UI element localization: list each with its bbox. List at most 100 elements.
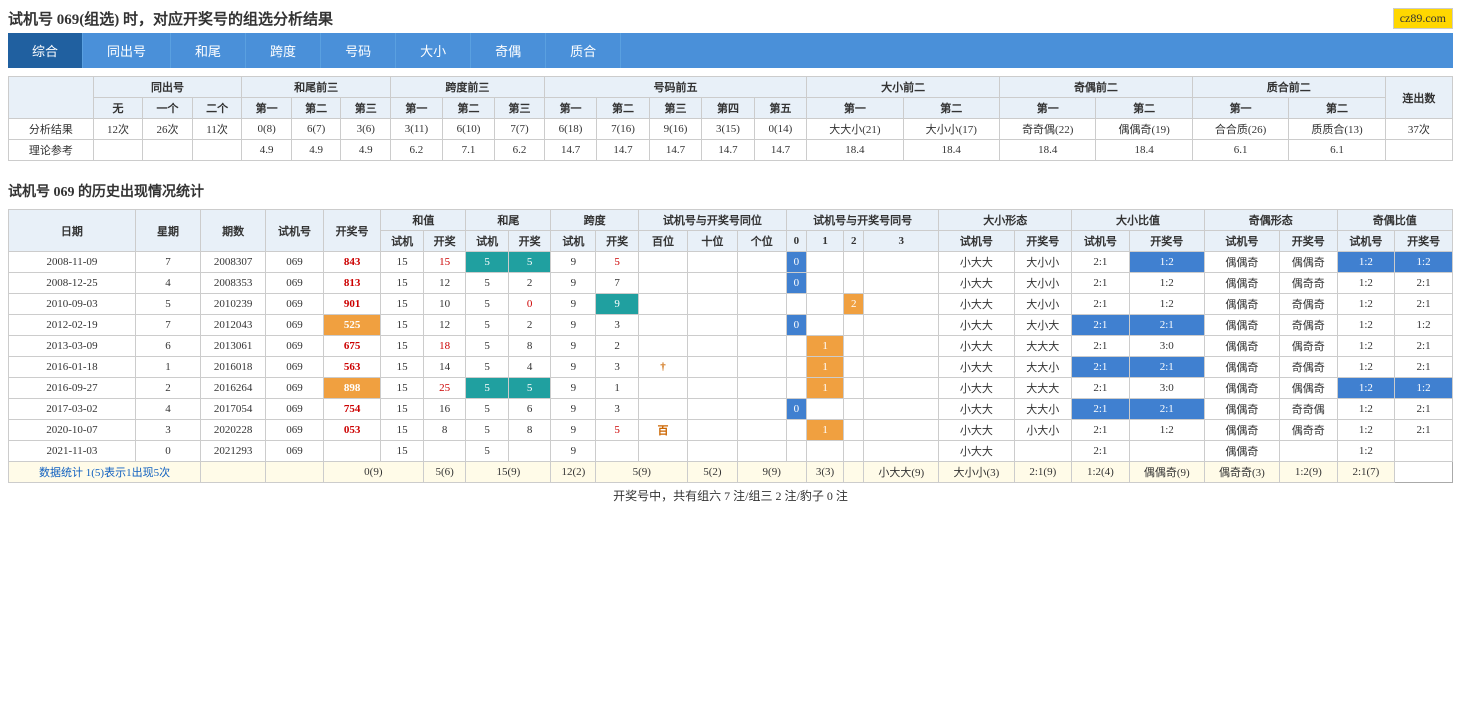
theory-row: 理论参考 4.9 4.9 4.9 6.2 7.1 6.2 14.7 14.7 1… xyxy=(9,140,1453,161)
stats-kd1: 15(9) xyxy=(466,462,551,483)
r8-week: 4 xyxy=(135,399,200,420)
r6-s2 xyxy=(844,357,864,378)
r2-dxrt: 2:1 xyxy=(1072,273,1130,294)
r10-jop xyxy=(1280,441,1338,462)
tc-1: 一个 xyxy=(143,98,193,119)
tab-号码[interactable]: 号码 xyxy=(321,33,396,68)
table-row: 2016-09-27 2 2016264 069 898 15 25 5 5 9… xyxy=(9,378,1453,399)
r7-hwp: 5 xyxy=(508,378,551,399)
r4-s3 xyxy=(864,315,939,336)
r5-kdp: 2 xyxy=(596,336,639,357)
t-dx1: 18.4 xyxy=(807,140,903,161)
r2-test: 069 xyxy=(266,273,324,294)
r6-jot: 偶偶奇 xyxy=(1204,357,1279,378)
analysis-row: 分析结果 12次 26次 11次 0(8) 6(7) 3(6) 3(11) 6(… xyxy=(9,119,1453,140)
r3-p100 xyxy=(638,294,687,315)
t-kd1: 6.2 xyxy=(391,140,443,161)
r2-jorp: 2:1 xyxy=(1395,273,1453,294)
hm-5: 第五 xyxy=(754,98,806,119)
stats-hm4: 3(3) xyxy=(806,462,843,483)
table-row: 2012-02-19 7 2012043 069 525 15 12 5 2 9… xyxy=(9,315,1453,336)
r5-prize: 675 xyxy=(323,336,381,357)
jioyu-header: 奇偶前二 xyxy=(1000,77,1193,98)
r10-date: 2021-11-03 xyxy=(9,441,136,462)
r7-s3 xyxy=(864,378,939,399)
footer-note: 开奖号中，共有组六 7 注/组三 2 注/豹子 0 注 xyxy=(8,483,1453,508)
jo-bi-prize: 开奖号 xyxy=(1395,231,1453,252)
page-wrapper: 试机号 069(组选) 时，对应开奖号的组选分析结果 cz89.com 综合 同… xyxy=(0,0,1461,528)
r1-dxp: 大小小 xyxy=(1014,252,1072,273)
jo-bi-test: 试机号 xyxy=(1337,231,1395,252)
r1-jop: 偶偶奇 xyxy=(1280,252,1338,273)
r5-hwp: 8 xyxy=(508,336,551,357)
r3-dxrt: 2:1 xyxy=(1072,294,1130,315)
r6-hwp: 4 xyxy=(508,357,551,378)
hz-test: 试机 xyxy=(381,231,424,252)
r3-kdt: 9 xyxy=(551,294,596,315)
r8-period: 2017054 xyxy=(201,399,266,420)
r5-week: 6 xyxy=(135,336,200,357)
r9-prize: 053 xyxy=(323,420,381,441)
r5-s2 xyxy=(844,336,864,357)
col-hezhi: 和值 xyxy=(381,210,466,231)
analysis-section: 同出号 和尾前三 跨度前三 号码前五 大小前二 奇偶前二 质合前二 连出数 无 … xyxy=(8,76,1453,161)
tab-同出号[interactable]: 同出号 xyxy=(83,33,171,68)
r6-ht: 15 xyxy=(381,357,424,378)
table-row: 2008-12-25 4 2008353 069 813 15 12 5 2 9… xyxy=(9,273,1453,294)
r1-period: 2008307 xyxy=(201,252,266,273)
a-kd3: 7(7) xyxy=(495,119,545,140)
r9-ht: 15 xyxy=(381,420,424,441)
r6-p1 xyxy=(737,357,786,378)
r1-s2 xyxy=(844,252,864,273)
tab-和尾[interactable]: 和尾 xyxy=(171,33,246,68)
tab-综合[interactable]: 综合 xyxy=(8,33,83,68)
r7-p1 xyxy=(737,378,786,399)
r8-jop: 奇奇偶 xyxy=(1280,399,1338,420)
r5-p100 xyxy=(638,336,687,357)
r6-kdt: 9 xyxy=(551,357,596,378)
r2-hwp: 2 xyxy=(508,273,551,294)
r3-kdp: 9 xyxy=(596,294,639,315)
r10-s2 xyxy=(844,441,864,462)
r2-jop: 偶奇奇 xyxy=(1280,273,1338,294)
r5-test: 069 xyxy=(266,336,324,357)
stats-empty1 xyxy=(201,462,266,483)
tab-跨度[interactable]: 跨度 xyxy=(246,33,321,68)
tab-大小[interactable]: 大小 xyxy=(396,33,471,68)
stats-dxrt: 2:1(9) xyxy=(1014,462,1072,483)
r9-period: 2020228 xyxy=(201,420,266,441)
col-period: 期数 xyxy=(201,210,266,252)
kd-test: 试机 xyxy=(551,231,596,252)
a-kd2: 6(10) xyxy=(442,119,494,140)
r5-date: 2013-03-09 xyxy=(9,336,136,357)
top-bar: 试机号 069(组选) 时，对应开奖号的组选分析结果 cz89.com xyxy=(8,4,1453,33)
r8-hwp: 6 xyxy=(508,399,551,420)
r8-dxrp: 2:1 xyxy=(1129,399,1204,420)
pos-1: 个位 xyxy=(737,231,786,252)
tab-奇偶[interactable]: 奇偶 xyxy=(471,33,546,68)
r3-dxt: 小大大 xyxy=(939,294,1014,315)
tab-质合[interactable]: 质合 xyxy=(546,33,621,68)
r6-dxp: 大大小 xyxy=(1014,357,1072,378)
r4-dxrt: 2:1 xyxy=(1072,315,1130,336)
r7-date: 2016-09-27 xyxy=(9,378,136,399)
r6-prize: 563 xyxy=(323,357,381,378)
r1-p1 xyxy=(737,252,786,273)
r2-prize: 813 xyxy=(323,273,381,294)
r1-hwt: 5 xyxy=(466,252,509,273)
r10-hwp xyxy=(508,441,551,462)
r10-dxt: 小大大 xyxy=(939,441,1014,462)
r7-period: 2016264 xyxy=(201,378,266,399)
r2-p10 xyxy=(688,273,737,294)
r6-hp: 14 xyxy=(423,357,466,378)
r7-dxrt: 2:1 xyxy=(1072,378,1130,399)
r2-period: 2008353 xyxy=(201,273,266,294)
stats-kd2: 12(2) xyxy=(551,462,596,483)
stats-row: 数据统计 1(5)表示1出现5次 0(9) 5(6) 15(9) 12(2) 5… xyxy=(9,462,1453,483)
r10-period: 2021293 xyxy=(201,441,266,462)
r8-kdp: 3 xyxy=(596,399,639,420)
stats-jort: 1:2(9) xyxy=(1280,462,1338,483)
r5-p10 xyxy=(688,336,737,357)
r6-jort: 1:2 xyxy=(1337,357,1395,378)
r4-jorp: 1:2 xyxy=(1395,315,1453,336)
